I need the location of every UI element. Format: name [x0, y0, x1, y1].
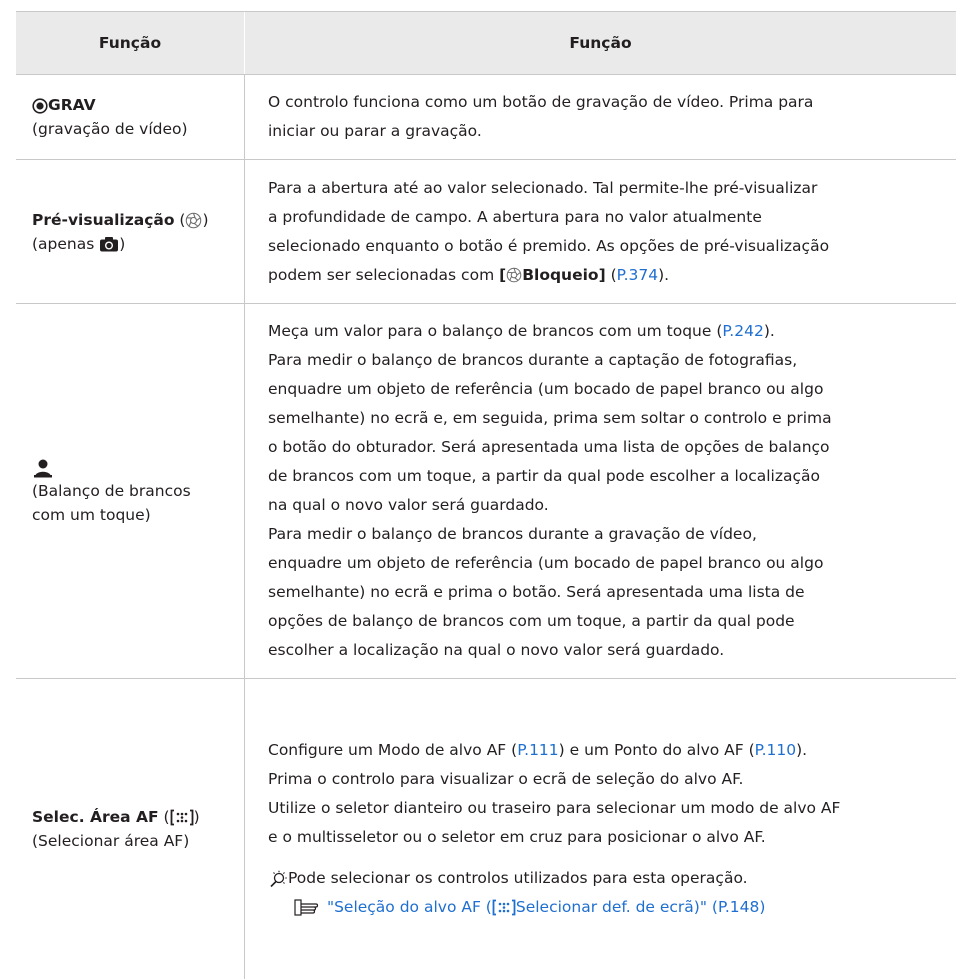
header-function-col1: Função [16, 12, 245, 74]
tip-note: Pode selecionar os controlos utilizados … [268, 864, 948, 893]
page-link[interactable]: P.111 [517, 741, 558, 759]
page-link[interactable]: P.242 [722, 322, 763, 340]
table-row-one-touch-wb: (Balanço de brancos com um toque) Meça u… [16, 304, 956, 679]
camera-icon [100, 237, 119, 252]
reference-link[interactable]: "Seleção do alvo AF (Selecionar def. de … [268, 893, 948, 922]
aperture-icon [186, 212, 202, 228]
table-row-preview: Pré-visualização () (apenas ) Para a abe… [16, 160, 956, 304]
header-function-col2: Função [569, 33, 632, 52]
aperture-icon [506, 267, 522, 283]
table-row-rec: GRAV (gravação de vídeo) O controlo func… [16, 75, 956, 160]
function-subtitle: com um toque) [32, 506, 151, 524]
af-area-icon [170, 809, 193, 826]
function-description: Meça um valor para o balanço de brancos … [268, 322, 832, 659]
function-name-cell: GRAV (gravação de vídeo) [16, 75, 245, 159]
function-subtitle: (gravação de vídeo) [32, 120, 188, 138]
function-subtitle: (Selecionar área AF) [32, 832, 190, 850]
function-subtitle: (Balanço de brancos [32, 482, 191, 500]
record-icon [32, 97, 48, 114]
function-description: Para a abertura até ao valor selecionado… [268, 178, 830, 284]
function-name: Pré-visualização [32, 210, 175, 229]
one-touch-wb-icon [34, 459, 52, 477]
tip-lightbulb-icon [270, 870, 287, 887]
table-header: Função Função [16, 12, 956, 75]
function-table: Função Função GRAV (gravação de vídeo) O… [16, 11, 956, 979]
page-link[interactable]: P.374 [617, 266, 658, 284]
function-name: GRAV [48, 96, 96, 114]
function-description: Configure um Modo de alvo AF (P.111) e u… [245, 679, 956, 979]
page-link[interactable]: P.110 [755, 741, 796, 759]
reference-hand-icon [294, 899, 319, 916]
function-name: Selec. Área AF [32, 808, 159, 826]
function-name-cell: (Balanço de brancos com um toque) [16, 304, 245, 678]
table-row-af-area: Selec. Área AF () (Selecionar área AF) C… [16, 679, 956, 979]
function-description: O controlo funciona como um botão de gra… [268, 93, 814, 140]
function-name-cell: Pré-visualização () (apenas ) [16, 160, 245, 303]
function-name-cell: Selec. Área AF () (Selecionar área AF) [16, 679, 245, 979]
af-area-icon [492, 899, 516, 916]
